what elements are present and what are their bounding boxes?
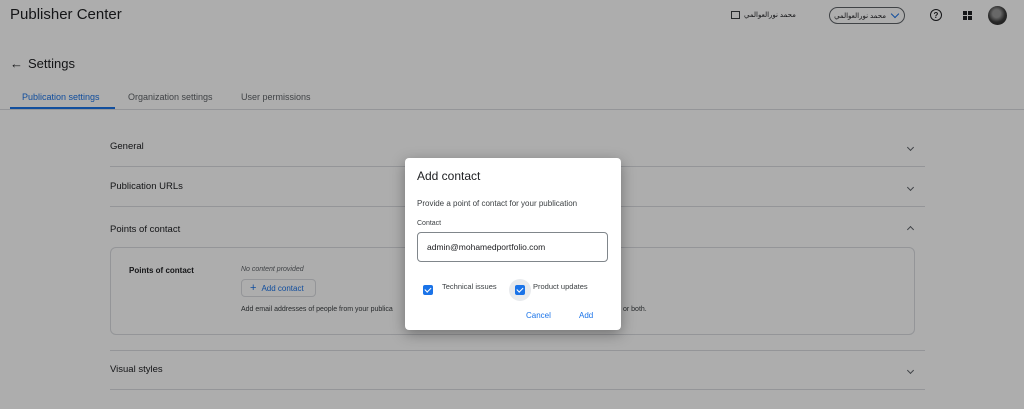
check-icon xyxy=(423,285,433,295)
technical-issues-checkbox[interactable] xyxy=(417,279,439,301)
product-updates-label: Product updates xyxy=(533,282,588,291)
dialog-title: Add contact xyxy=(417,169,481,183)
add-button[interactable]: Add xyxy=(579,311,593,320)
contact-email-field[interactable]: admin@mohamedportfolio.com xyxy=(417,232,608,262)
product-updates-checkbox[interactable] xyxy=(509,279,531,301)
cancel-button[interactable]: Cancel xyxy=(526,311,551,320)
technical-issues-label: Technical issues xyxy=(442,282,497,291)
dialog-subtitle: Provide a point of contact for your publ… xyxy=(417,199,578,208)
contact-field-label: Contact xyxy=(417,220,442,227)
contact-email-value: admin@mohamedportfolio.com xyxy=(427,242,546,252)
check-icon xyxy=(515,285,525,295)
add-contact-dialog: Add contact Provide a point of contact f… xyxy=(405,158,621,330)
